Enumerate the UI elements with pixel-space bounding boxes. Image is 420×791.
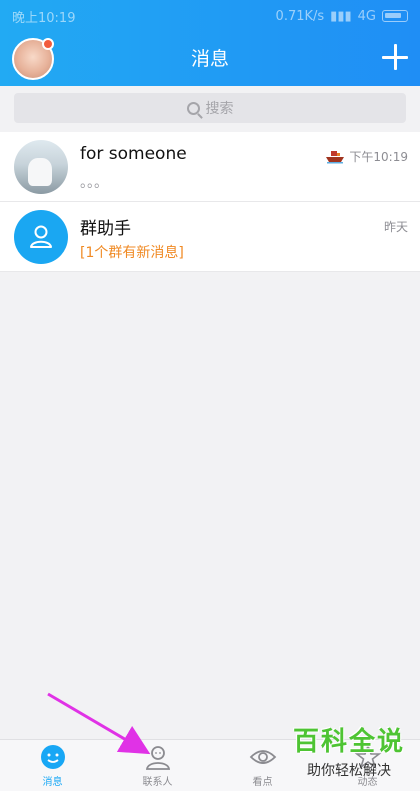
conversation-item[interactable]: for someone 。。。 下午10:19	[0, 132, 420, 202]
search-icon	[186, 101, 200, 115]
eye-icon	[249, 750, 276, 764]
status-time: 晚上10:19	[12, 10, 76, 26]
contact-avatar	[14, 140, 68, 194]
message-preview: [1个群有新消息]	[80, 245, 184, 261]
status-indicators: 0.71K/s ▮▮▮ 4G	[276, 9, 408, 24]
status-bar: 晚上10:19 0.71K/s ▮▮▮ 4G	[0, 0, 420, 32]
add-icon[interactable]	[382, 44, 408, 70]
contact-name: for someone	[80, 144, 187, 164]
tab-label: 看点	[252, 777, 273, 788]
conversation-item[interactable]: 群助手 [1个群有新消息] 昨天	[0, 202, 420, 272]
conversation-list: for someone 。。。 下午10:19 群助手 [1个群有新消息] 昨天	[0, 132, 420, 272]
page-title: 消息	[190, 48, 229, 70]
tab-contacts[interactable]: 联系人	[105, 740, 210, 791]
watermark-subtitle: 助你轻松解决	[307, 763, 391, 779]
message-time-wrap: 昨天	[384, 218, 408, 235]
message-time-wrap: 下午10:19	[325, 148, 408, 165]
contacts-icon	[145, 746, 170, 770]
network-type: 4G	[357, 8, 376, 24]
search-area: 搜索	[0, 86, 420, 132]
search-placeholder: 搜索	[205, 101, 234, 117]
message-time: 下午10:19	[349, 150, 408, 164]
tab-messages[interactable]: 消息	[0, 740, 105, 791]
group-helper-avatar	[14, 210, 68, 264]
message-time: 昨天	[383, 220, 408, 234]
signal-icon: ▮▮▮	[330, 8, 352, 24]
messages-icon	[40, 745, 65, 769]
boat-icon	[326, 150, 345, 163]
battery-icon	[382, 10, 408, 22]
watermark-logo: 百科全说 助你轻松解决	[290, 721, 408, 781]
app-header: 消息	[0, 32, 420, 86]
tab-label: 消息	[42, 777, 63, 788]
watermark-title: 百科全说	[292, 727, 405, 757]
tab-label: 联系人	[142, 777, 173, 788]
group-helper-icon	[30, 225, 52, 248]
contact-name: 群助手	[80, 219, 131, 239]
message-preview: 。。。	[80, 175, 108, 191]
network-speed: 0.71K/s	[275, 8, 325, 24]
search-input[interactable]: 搜索	[14, 93, 406, 123]
